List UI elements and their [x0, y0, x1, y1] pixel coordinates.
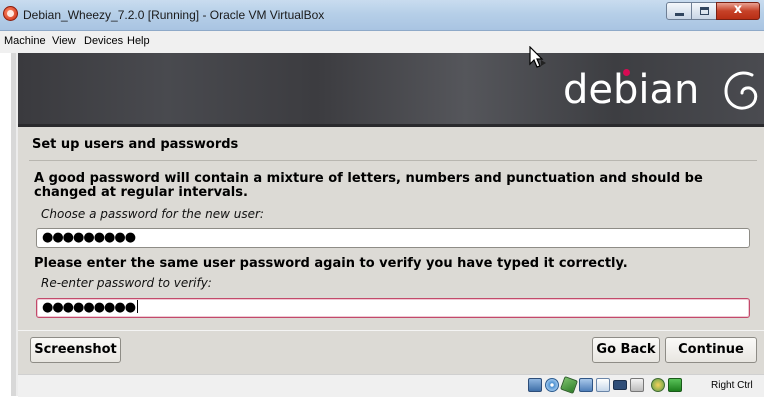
menu-help[interactable]: Help [127, 35, 150, 47]
password-prompt-label: Choose a password for the new user: [41, 207, 264, 221]
minimize-button[interactable] [666, 2, 692, 20]
window-controls: x [666, 2, 760, 20]
debian-logo-text: debian [563, 67, 700, 113]
verify-prompt-label: Re-enter password to verify: [41, 276, 212, 290]
password-field[interactable]: ●●●●●●●●● [36, 228, 750, 248]
password-value: ●●●●●●●●● [42, 230, 136, 245]
usb-icon[interactable] [560, 376, 578, 394]
button-row-divider [18, 330, 764, 331]
minimize-icon [675, 13, 684, 16]
shared-folders-icon[interactable] [596, 378, 610, 392]
screenshot-button[interactable]: Screenshot [30, 337, 121, 363]
verify-password-field[interactable]: ●●●●●●●●● [36, 298, 750, 318]
debian-logo-dot [623, 69, 630, 76]
hard-disk-icon[interactable] [528, 378, 542, 392]
optical-drive-icon[interactable] [545, 378, 559, 392]
maximize-icon [700, 7, 709, 15]
menu-machine[interactable]: Machine [4, 35, 46, 47]
password-help-text: A good password will contain a mixture o… [34, 171, 703, 200]
debian-swirl-icon [724, 71, 758, 110]
title-divider [29, 160, 757, 161]
vm-status-bar: Right Ctrl [18, 374, 764, 397]
menu-bar: Machine View Devices Help [0, 31, 764, 53]
host-key-label: Right Ctrl [711, 380, 753, 391]
close-button[interactable]: x [716, 2, 760, 20]
close-icon: x [733, 2, 743, 17]
verify-help-text: Please enter the same user password agai… [34, 256, 628, 271]
virtualbox-app-icon[interactable] [3, 6, 18, 21]
mouse-pointer-icon [529, 46, 546, 68]
debian-banner: debian [18, 53, 764, 127]
continue-button[interactable]: Continue [665, 337, 757, 363]
keyboard-capture-icon[interactable] [668, 378, 682, 392]
network-icon[interactable] [579, 378, 593, 392]
capture-icon[interactable] [630, 378, 644, 392]
go-back-button[interactable]: Go Back [592, 337, 660, 363]
verify-password-value-wrap: ●●●●●●●●● [42, 300, 139, 316]
menu-view[interactable]: View [52, 35, 76, 47]
window-titlebar[interactable]: Debian_Wheezy_7.2.0 [Running] - Oracle V… [0, 0, 764, 31]
page-title: Set up users and passwords [32, 137, 239, 152]
menu-devices[interactable]: Devices [84, 35, 123, 47]
display-icon[interactable] [613, 380, 627, 390]
vm-display[interactable]: debian Set up users and passwords A good… [18, 53, 764, 396]
mouse-integration-icon[interactable] [651, 378, 665, 392]
window-title: Debian_Wheezy_7.2.0 [Running] - Oracle V… [23, 8, 325, 22]
text-caret [137, 300, 139, 313]
maximize-button[interactable] [691, 2, 717, 20]
verify-password-value: ●●●●●●●●● [42, 300, 136, 315]
